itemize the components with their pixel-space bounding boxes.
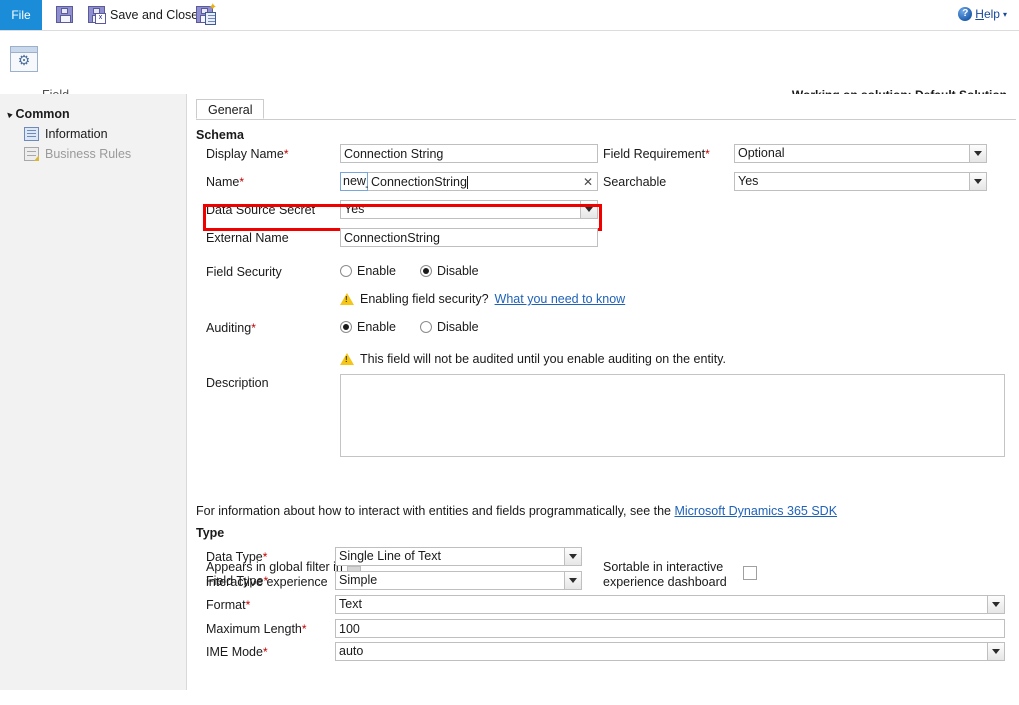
warning-triangle-icon (340, 353, 354, 365)
external-name-input[interactable] (340, 228, 598, 247)
auditing-warning-text: This field will not be audited until you… (360, 352, 726, 366)
save-and-close-button[interactable]: x (88, 6, 106, 24)
field-security-label: Field Security (206, 265, 282, 279)
chevron-down-icon (564, 572, 581, 589)
clear-name-icon[interactable]: ✕ (583, 174, 593, 191)
sortable-label: Sortable in interactive experience dashb… (603, 560, 753, 590)
data-type-value: Single Line of Text (339, 549, 441, 563)
data-type-select[interactable]: Single Line of Text (335, 547, 582, 566)
maximum-length-label: Maximum Length* (206, 622, 307, 636)
format-label: Format* (206, 598, 250, 612)
field-type-value: Simple (339, 573, 377, 587)
chevron-down-icon: ▾ (1003, 10, 1007, 19)
sidebar-group-common[interactable]: ◂ Common (7, 107, 70, 121)
field-security-warning-text: Enabling field security? (360, 292, 489, 306)
format-value: Text (339, 597, 362, 611)
name-label: Name* (206, 175, 244, 189)
sidebar-item-label: Information (45, 127, 108, 141)
chevron-down-icon (969, 145, 986, 162)
help-button[interactable]: ? Help ▾ (958, 7, 1007, 21)
chevron-down-icon (564, 548, 581, 565)
chevron-down-icon (969, 173, 986, 190)
field-security-radio-group[interactable]: Enable Disable (340, 264, 479, 278)
field-requirement-value: Optional (738, 146, 785, 160)
name-prefix-box: new_ (340, 172, 368, 191)
sdk-note: For information about how to interact wi… (196, 504, 837, 518)
sortable-checkbox[interactable] (743, 566, 757, 580)
save-floppy-icon (56, 6, 73, 23)
chevron-down-icon (987, 643, 1004, 660)
schema-section-title: Schema (196, 128, 244, 142)
auditing-enable-label: Enable (357, 320, 396, 334)
display-name-input[interactable] (340, 144, 598, 163)
tab-strip: General (196, 99, 1016, 120)
ime-mode-value: auto (339, 644, 363, 658)
file-menu-button[interactable]: File (0, 0, 42, 30)
field-security-warning: Enabling field security? What you need t… (340, 292, 625, 306)
sidebar-item-label: Business Rules (45, 147, 131, 161)
sidebar-item-business-rules[interactable]: Business Rules (24, 147, 131, 161)
field-type-select[interactable]: Simple (335, 571, 582, 590)
field-type-label: Field Type* (206, 574, 268, 588)
command-bar: File x Save and Close ✦ ? Help ▾ (0, 0, 1019, 31)
auditing-disable-label: Disable (437, 320, 479, 334)
sdk-note-text: For information about how to interact wi… (196, 504, 671, 518)
data-source-secret-value: Yes (344, 202, 364, 216)
auditing-enable-radio[interactable] (340, 321, 352, 333)
display-name-label: Display Name* (206, 147, 288, 161)
save-and-close-icon: x (88, 6, 105, 23)
business-rules-icon (24, 147, 39, 161)
type-section-title: Type (196, 526, 224, 540)
external-name-label: External Name (206, 231, 289, 245)
name-value: ConnectionString (371, 174, 467, 191)
data-source-secret-select[interactable]: Yes (340, 200, 598, 219)
searchable-label: Searchable (603, 175, 666, 189)
maximum-length-input[interactable] (335, 619, 1005, 638)
data-type-label: Data Type* (206, 550, 267, 564)
sidebar: ◂ Common Information Business Rules (0, 94, 187, 690)
field-security-disable-label: Disable (437, 264, 479, 278)
sdk-link[interactable]: Microsoft Dynamics 365 SDK (674, 504, 837, 518)
auditing-warning: This field will not be audited until you… (340, 352, 726, 366)
information-doc-icon (24, 127, 39, 141)
auditing-radio-group[interactable]: Enable Disable (340, 320, 479, 334)
save-and-new-icon: ✦ (196, 6, 213, 23)
file-menu-label: File (11, 8, 30, 22)
save-and-close-label[interactable]: Save and Close (110, 8, 198, 22)
page-header: ⚙ Field New for DemoDataSource Working o… (0, 31, 1019, 94)
chevron-down-icon: ◂ (4, 109, 14, 119)
field-security-enable-label: Enable (357, 264, 396, 278)
field-security-help-link[interactable]: What you need to know (495, 292, 626, 306)
field-security-enable-radio[interactable] (340, 265, 352, 277)
sidebar-group-label: Common (16, 107, 70, 121)
ime-mode-select[interactable]: auto (335, 642, 1005, 661)
tab-general[interactable]: General (196, 99, 264, 119)
field-security-disable-radio[interactable] (420, 265, 432, 277)
help-circle-icon: ? (958, 7, 972, 21)
format-select[interactable]: Text (335, 595, 1005, 614)
warning-triangle-icon (340, 293, 354, 305)
auditing-label: Auditing* (206, 321, 256, 335)
help-label[interactable]: Help (975, 7, 1000, 21)
data-source-secret-label: Data Source Secret (206, 203, 315, 217)
searchable-select[interactable]: Yes (734, 172, 987, 191)
chevron-down-icon (987, 596, 1004, 613)
name-input[interactable]: ConnectionString ✕ (368, 172, 598, 191)
text-cursor (467, 176, 468, 189)
ime-mode-label: IME Mode* (206, 645, 268, 659)
field-requirement-label: Field Requirement* (603, 147, 710, 161)
save-button[interactable] (56, 6, 74, 24)
sidebar-item-information[interactable]: Information (24, 127, 108, 141)
description-label: Description (206, 376, 269, 390)
main-content: General Schema Display Name* Field Requi… (187, 94, 1019, 705)
field-gear-icon: ⚙ (10, 46, 38, 72)
searchable-value: Yes (738, 174, 758, 188)
chevron-down-icon (580, 201, 597, 218)
description-textarea[interactable] (340, 374, 1005, 457)
save-and-new-button[interactable]: ✦ (196, 6, 214, 24)
auditing-disable-radio[interactable] (420, 321, 432, 333)
field-requirement-select[interactable]: Optional (734, 144, 987, 163)
